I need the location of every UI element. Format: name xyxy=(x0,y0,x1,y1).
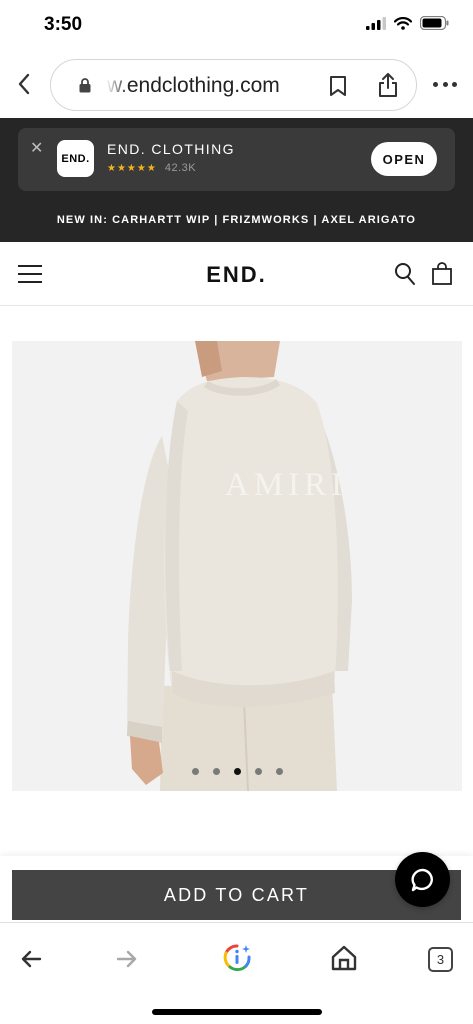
tab-switcher-button[interactable]: 3 xyxy=(428,947,453,972)
more-dot xyxy=(442,81,448,87)
gallery-dot[interactable] xyxy=(275,768,283,775)
app-name: END. CLOTHING xyxy=(107,141,235,157)
more-dot xyxy=(433,81,438,87)
address-bar[interactable]: w.endclothing.com xyxy=(50,59,417,111)
promo-strip[interactable]: NEW IN: CARHARTT WIP | FRIZMWORKS | AXEL… xyxy=(0,214,473,226)
arrow-right-icon[interactable] xyxy=(116,949,138,969)
site-header: END. xyxy=(0,242,473,306)
browser-back-button[interactable] xyxy=(12,70,36,98)
app-install-banner: ✕ END. END. CLOTHING ★★★★★ 42.3K OPEN xyxy=(18,128,455,191)
bookmark-icon[interactable] xyxy=(329,75,347,97)
search-icon[interactable] xyxy=(394,262,416,286)
more-dot xyxy=(452,81,457,87)
browser-toolbar: 3 xyxy=(0,922,473,1024)
app-logo: END. xyxy=(57,140,94,177)
status-bar: 3:50 xyxy=(0,0,473,52)
google-discover-icon[interactable] xyxy=(222,943,252,973)
product-image[interactable]: AMIRI xyxy=(12,341,462,791)
top-dark-area: ✕ END. END. CLOTHING ★★★★★ 42.3K OPEN NE… xyxy=(0,118,473,242)
url-fade xyxy=(107,68,129,102)
home-indicator xyxy=(152,1009,322,1015)
shopping-bag-icon[interactable] xyxy=(431,262,453,286)
add-to-cart-button[interactable]: ADD TO CART xyxy=(12,870,461,920)
sweatshirt-photo xyxy=(12,341,462,791)
lock-icon xyxy=(79,78,91,93)
status-time: 3:50 xyxy=(44,14,83,35)
signal-icon xyxy=(366,16,386,30)
gallery-pagination xyxy=(12,768,462,775)
url-text: w.endclothing.com xyxy=(107,74,280,97)
gallery-dot[interactable] xyxy=(254,768,262,775)
battery-icon xyxy=(420,16,449,30)
chevron-left-icon xyxy=(18,73,30,95)
home-icon[interactable] xyxy=(331,945,357,971)
rating-count: 42.3K xyxy=(164,162,197,174)
gallery-dot[interactable] xyxy=(212,768,220,775)
gallery-dot[interactable] xyxy=(191,768,199,775)
browser-bar: w.endclothing.com xyxy=(0,52,473,118)
gallery-dot[interactable] xyxy=(233,768,241,775)
wifi-icon xyxy=(394,16,412,30)
more-options-button[interactable] xyxy=(433,74,457,94)
app-rating: ★★★★★ 42.3K xyxy=(107,162,196,174)
garment-print: AMIRI xyxy=(225,467,348,503)
open-app-button[interactable]: OPEN xyxy=(371,142,437,176)
chat-button[interactable] xyxy=(395,852,450,907)
rating-stars: ★★★★★ xyxy=(107,162,157,174)
close-banner-icon[interactable]: ✕ xyxy=(30,138,43,158)
status-icons xyxy=(366,16,449,30)
arrow-left-icon[interactable] xyxy=(20,949,42,969)
chat-bubble-icon xyxy=(411,868,433,891)
share-icon[interactable] xyxy=(377,72,399,98)
